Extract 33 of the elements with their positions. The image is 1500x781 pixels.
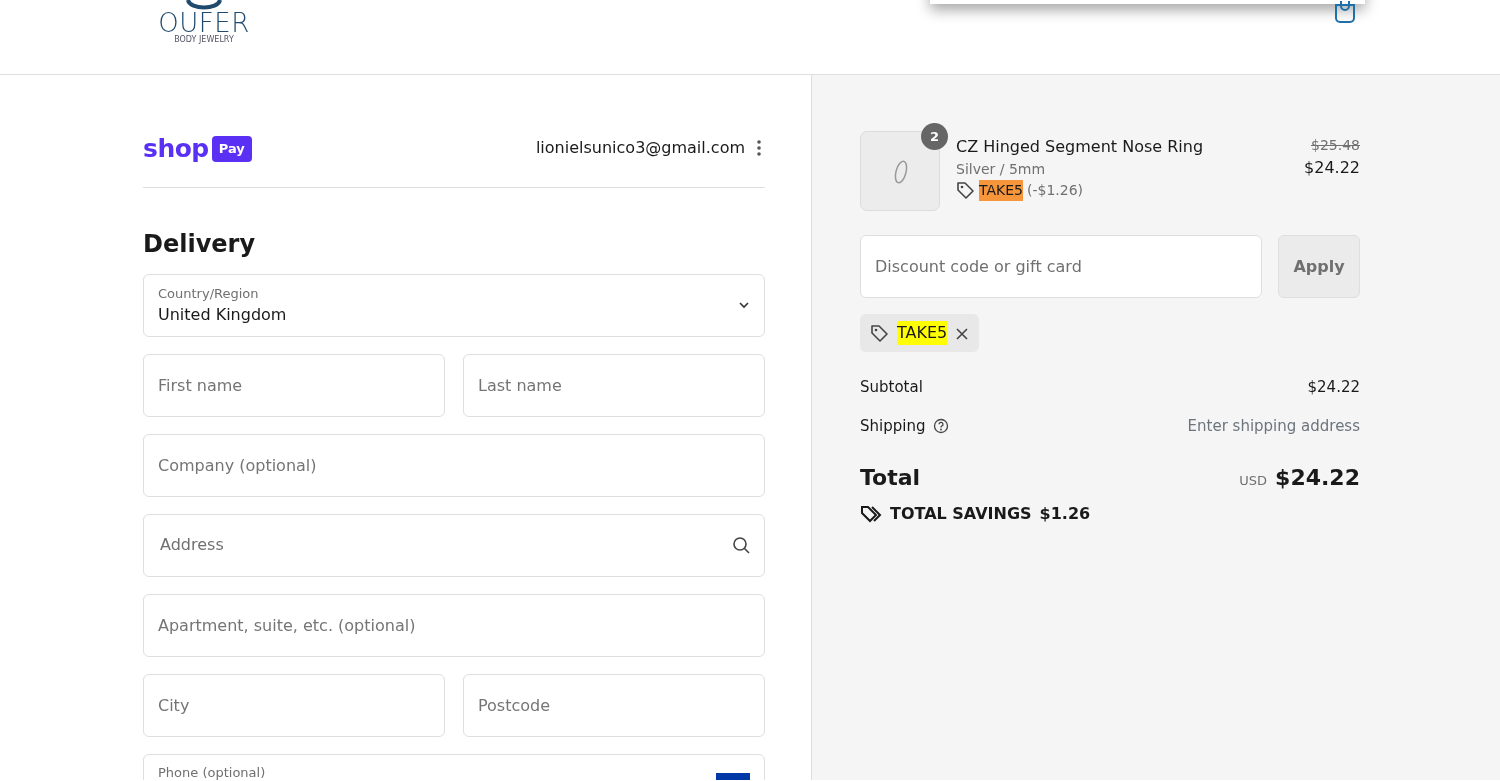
summary-label: Shipping bbox=[860, 415, 926, 437]
summary-value: $24.22 bbox=[1307, 377, 1360, 398]
shop-pay-logo: shop Pay bbox=[143, 136, 252, 162]
address-field[interactable]: Address bbox=[143, 513, 765, 577]
quantity-badge: 2 bbox=[921, 123, 948, 150]
account-email: lionielsunico3@gmail.com bbox=[535, 137, 745, 159]
phone-field[interactable]: Phone (optional) bbox=[143, 753, 765, 780]
input-field[interactable]: Company (optional) bbox=[143, 433, 765, 497]
discount-amount: (-$1.26) bbox=[1027, 181, 1084, 200]
total-amount: $24.22 bbox=[1275, 465, 1360, 490]
savings-label: TOTAL SAVINGS bbox=[890, 503, 1032, 525]
country-select[interactable]: Country/Region United Kingdom bbox=[143, 273, 765, 337]
discount-code: TAKE5 bbox=[979, 180, 1023, 201]
input-field[interactable]: Postcode bbox=[463, 673, 765, 737]
section-heading: Delivery bbox=[143, 230, 257, 259]
summary-label: Subtotal bbox=[860, 377, 923, 398]
input-field[interactable]: Last name bbox=[463, 353, 765, 417]
original-price: $25.48 bbox=[1310, 136, 1360, 155]
discount-code: TAKE5 bbox=[897, 321, 948, 345]
summary-value: Enter shipping address bbox=[1187, 415, 1360, 437]
discount-code-field[interactable]: Discount code or gift card bbox=[860, 235, 1262, 298]
product-variant: Silver / 5mm bbox=[956, 160, 1047, 179]
logo[interactable]: OUFER BODY JEWELRY bbox=[162, 0, 246, 44]
product-name: CZ Hinged Segment Nose Ring bbox=[956, 136, 1205, 158]
input-field[interactable]: First name bbox=[143, 353, 445, 417]
input-field[interactable]: City bbox=[143, 673, 445, 737]
total-label: Total bbox=[860, 464, 921, 492]
address-input[interactable]: Address bbox=[158, 532, 732, 559]
savings-amount: $1.26 bbox=[1039, 503, 1091, 525]
currency-code: USD bbox=[1239, 473, 1268, 488]
product-price: $24.22 bbox=[1304, 157, 1360, 179]
input-field[interactable]: Apartment, suite, etc. (optional) bbox=[143, 593, 765, 657]
apply-button[interactable]: Apply bbox=[1278, 235, 1360, 298]
